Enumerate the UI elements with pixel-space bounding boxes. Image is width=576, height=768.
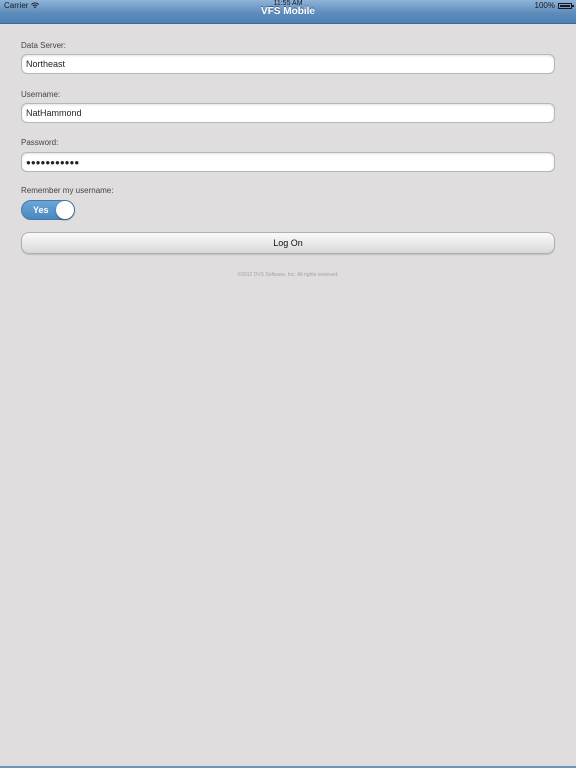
username-field[interactable] [21,103,555,123]
app-title: VFS Mobile [261,6,315,17]
top-bar: Carrier 11:55 AM 100% VFS Mobile [0,0,576,24]
username-label: Username: [21,90,61,99]
password-mask: ●●●●●●●●●●● [26,158,80,167]
toggle-knob [56,201,74,219]
remember-toggle[interactable]: Yes [21,200,75,220]
password-label: Password: [21,138,59,147]
remember-label: Remember my username: [21,186,114,195]
logon-button[interactable]: Log On [21,232,555,254]
copyright-text: ©2012 DVS Software, Inc. All rights rese… [237,272,339,278]
toggle-yes-label: Yes [33,205,49,215]
password-field[interactable]: ●●●●●●●●●●● [21,152,555,172]
data-server-field[interactable] [21,54,555,74]
data-server-label: Data Server: [21,41,66,50]
